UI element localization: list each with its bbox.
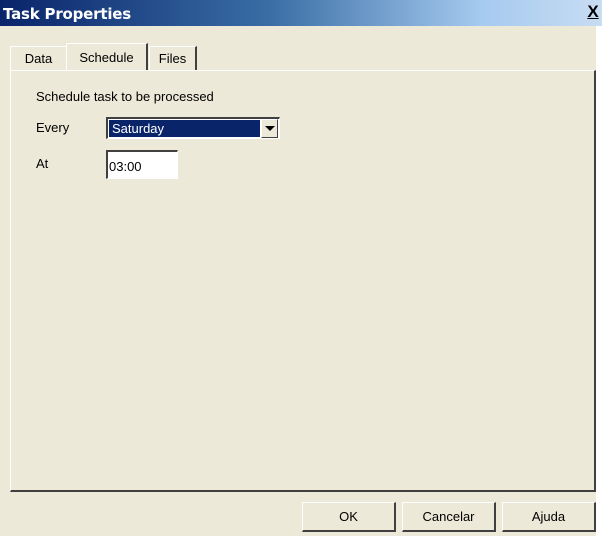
dropdown-button[interactable] [261, 119, 278, 138]
chevron-down-icon [265, 126, 275, 131]
tab-schedule[interactable]: Schedule [66, 43, 148, 71]
every-day-select[interactable]: Saturday [106, 117, 280, 139]
every-label: Every [36, 120, 70, 135]
tab-files-label: Files [158, 51, 187, 66]
schedule-tab-panel [10, 70, 596, 492]
close-icon[interactable]: X [585, 3, 601, 21]
ok-button[interactable]: OK [302, 502, 396, 532]
schedule-heading: Schedule task to be processed [36, 89, 214, 104]
help-button[interactable]: Ajuda [502, 502, 596, 532]
cancel-button[interactable]: Cancelar [402, 502, 496, 532]
every-day-selected-value: Saturday [109, 120, 260, 137]
window-edge [596, 26, 602, 536]
tab-schedule-label: Schedule [79, 50, 134, 65]
tab-files[interactable]: Files [149, 46, 197, 70]
tab-data[interactable]: Data [10, 46, 66, 70]
window-title: Task Properties [3, 5, 131, 23]
task-properties-dialog: Task Properties X Data Schedule Files Sc… [0, 0, 602, 536]
time-input[interactable] [106, 150, 178, 179]
title-bar[interactable]: Task Properties X [0, 0, 602, 26]
at-label: At [36, 156, 49, 171]
tab-data-label: Data [24, 51, 53, 66]
